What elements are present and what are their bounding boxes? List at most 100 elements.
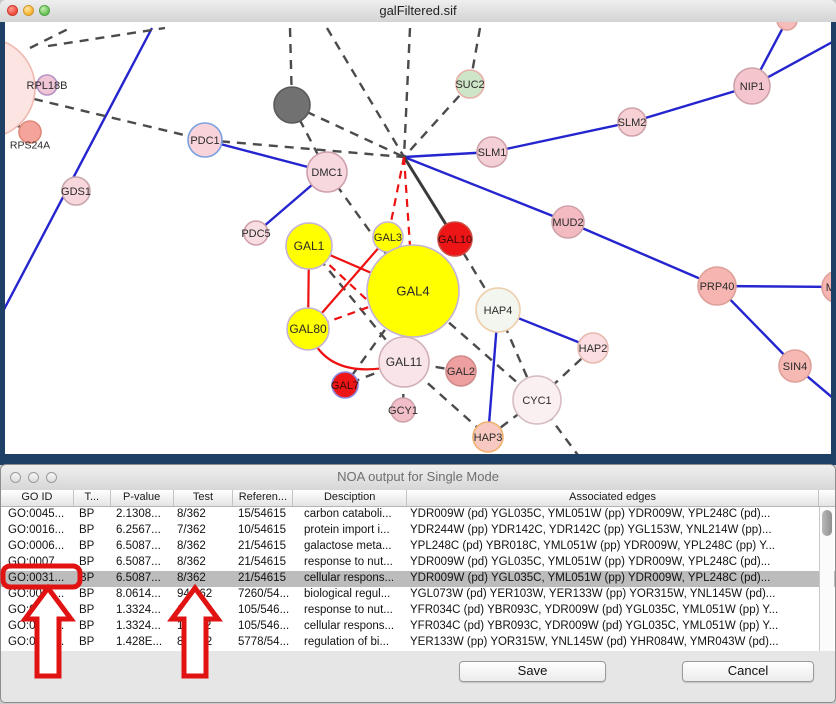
- cell-test[interactable]: 8/362: [174, 555, 234, 571]
- scrollbar-thumb[interactable]: [822, 510, 832, 536]
- cell-type[interactable]: BP: [74, 571, 111, 587]
- table-row-8[interactable]: GO:0031...BP1.3324...11/362105/546...cel…: [1, 619, 835, 635]
- network-canvas[interactable]: RPL18BRPS24AGDS1PDC1DMC1SUC2SLM1SLM2NIP1…: [0, 22, 836, 465]
- cell-reference[interactable]: 105/546...: [234, 603, 294, 619]
- cell-desciption[interactable]: protein import i...: [294, 523, 408, 539]
- cell-type[interactable]: BP: [74, 603, 111, 619]
- cell-reference[interactable]: 7260/54...: [234, 587, 294, 603]
- column-header-desciption[interactable]: Desciption: [293, 490, 407, 506]
- network-window: galFiltered.sif RPL18BRPS24AGDS1PDC1DMC1…: [0, 0, 836, 465]
- node-label-RPS24A: RPS24A: [10, 140, 50, 152]
- cell-type[interactable]: BP: [74, 587, 111, 603]
- cell-associated_edges[interactable]: YFR034C (pd) YBR093C, YDR009W (pd) YGL03…: [408, 619, 821, 635]
- cell-test[interactable]: 11/362: [174, 603, 234, 619]
- cell-desciption[interactable]: biological regul...: [294, 587, 408, 603]
- cell-desciption[interactable]: response to nut...: [294, 555, 408, 571]
- cell-go_id[interactable]: GO:0045...: [1, 507, 74, 523]
- column-header-test[interactable]: Test: [174, 490, 234, 506]
- cell-associated_edges[interactable]: YDR009W (pd) YGL035C, YML051W (pp) YDR00…: [408, 571, 821, 587]
- network-edge[interactable]: [404, 157, 568, 222]
- cell-p_value[interactable]: 1.3324...: [111, 619, 174, 635]
- cell-desciption[interactable]: response to nut...: [294, 603, 408, 619]
- network-edge[interactable]: [34, 99, 205, 140]
- cell-p_value[interactable]: 6.5087...: [111, 555, 174, 571]
- table-row-5[interactable]: GO:0031...BP6.5087...8/36221/54615cellul…: [1, 571, 835, 587]
- cell-reference[interactable]: 5778/54...: [234, 635, 294, 651]
- cell-reference[interactable]: 21/54615: [234, 539, 294, 555]
- cell-test[interactable]: 8/362: [174, 571, 234, 587]
- cell-go_id[interactable]: GO:0031...: [1, 571, 74, 587]
- cancel-button[interactable]: Cancel: [682, 661, 814, 682]
- cell-p_value[interactable]: 2.1308...: [111, 507, 174, 523]
- cell-type[interactable]: BP: [74, 619, 111, 635]
- cell-p_value[interactable]: 8.0614...: [111, 587, 174, 603]
- cell-desciption[interactable]: galactose meta...: [294, 539, 408, 555]
- network-edge[interactable]: [492, 122, 632, 152]
- cell-go_id[interactable]: GO:0050...: [1, 635, 74, 651]
- node-gray-node[interactable]: [274, 87, 310, 123]
- column-header-reference[interactable]: Referen...: [233, 490, 293, 506]
- cell-go_id[interactable]: GO:0031...: [1, 619, 74, 635]
- table-row-1[interactable]: GO:0045...BP2.1308...8/36215/54615carbon…: [1, 507, 835, 523]
- network-edge[interactable]: [327, 28, 404, 157]
- table-row-6[interactable]: GO:0065...BP8.0614...94/3627260/54...bio…: [1, 587, 835, 603]
- cell-test[interactable]: 11/362: [174, 619, 234, 635]
- cell-reference[interactable]: 10/54615: [234, 523, 294, 539]
- cell-associated_edges[interactable]: YER133W (pp) YOR315W, YNL145W (pd) YHR08…: [408, 635, 821, 651]
- cell-test[interactable]: 80/362: [174, 635, 234, 651]
- table-row-4[interactable]: GO:0007...BP6.5087...8/36221/54615respon…: [1, 555, 835, 571]
- cell-associated_edges[interactable]: YGL073W (pd) YER103W, YER133W (pp) YOR31…: [408, 587, 821, 603]
- cell-test[interactable]: 7/362: [174, 523, 234, 539]
- network-edge[interactable]: [568, 222, 717, 286]
- cell-p_value[interactable]: 1.428E...: [111, 635, 174, 651]
- cell-desciption[interactable]: cellular respons...: [294, 571, 408, 587]
- network-edge[interactable]: [404, 28, 410, 157]
- node-top-right[interactable]: [777, 22, 797, 30]
- cell-desciption[interactable]: cellular respons...: [294, 619, 408, 635]
- cell-associated_edges[interactable]: YDR244W (pp) YDR142C, YDR142C (pp) YGL15…: [408, 523, 821, 539]
- cell-test[interactable]: 8/362: [174, 507, 234, 523]
- cell-p_value[interactable]: 6.5087...: [111, 539, 174, 555]
- cell-reference[interactable]: 21/54615: [234, 555, 294, 571]
- cell-test[interactable]: 8/362: [174, 539, 234, 555]
- network-graph[interactable]: RPL18BRPS24AGDS1PDC1DMC1SUC2SLM1SLM2NIP1…: [0, 22, 836, 465]
- table-row-7[interactable]: GO:0031...BP1.3324...11/362105/546...res…: [1, 603, 835, 619]
- cell-desciption[interactable]: carbon cataboli...: [294, 507, 408, 523]
- noa-titlebar[interactable]: NOA output for Single Mode: [1, 465, 835, 491]
- cell-go_id[interactable]: GO:0031...: [1, 603, 74, 619]
- cell-go_id[interactable]: GO:0007...: [1, 555, 74, 571]
- table-row-9[interactable]: GO:0050...BP1.428E...80/3625778/54...reg…: [1, 635, 835, 651]
- cell-type[interactable]: BP: [74, 507, 111, 523]
- node-label-PDC1: PDC1: [190, 135, 219, 147]
- cell-associated_edges[interactable]: YDR009W (pd) YGL035C, YML051W (pp) YDR00…: [408, 507, 821, 523]
- cell-reference[interactable]: 15/54615: [234, 507, 294, 523]
- cell-type[interactable]: BP: [74, 523, 111, 539]
- cell-p_value[interactable]: 6.5087...: [111, 571, 174, 587]
- cell-associated_edges[interactable]: YPL248C (pd) YBR018C, YML051W (pp) YDR00…: [408, 539, 821, 555]
- cell-go_id[interactable]: GO:0006...: [1, 539, 74, 555]
- cell-type[interactable]: BP: [74, 555, 111, 571]
- cell-reference[interactable]: 21/54615: [234, 571, 294, 587]
- node-label-SUC2: SUC2: [455, 79, 484, 91]
- save-button[interactable]: Save: [459, 661, 606, 682]
- cell-go_id[interactable]: GO:0065...: [1, 587, 74, 603]
- cell-reference[interactable]: 105/546...: [234, 619, 294, 635]
- cell-type[interactable]: BP: [74, 539, 111, 555]
- cell-type[interactable]: BP: [74, 635, 111, 651]
- column-header-p_value[interactable]: P-value: [111, 490, 174, 506]
- column-header-go_id[interactable]: GO ID: [1, 490, 74, 506]
- column-header-type[interactable]: T...: [74, 490, 111, 506]
- network-titlebar[interactable]: galFiltered.sif: [0, 0, 836, 23]
- cell-p_value[interactable]: 6.2567...: [111, 523, 174, 539]
- table-header[interactable]: GO IDT...P-valueTestReferen...Desciption…: [1, 490, 835, 507]
- cell-p_value[interactable]: 1.3324...: [111, 603, 174, 619]
- column-header-associated_edges[interactable]: Associated edges: [407, 490, 819, 506]
- cell-desciption[interactable]: regulation of bi...: [294, 635, 408, 651]
- table-row-2[interactable]: GO:0016...BP6.2567...7/36210/54615protei…: [1, 523, 835, 539]
- cell-test[interactable]: 94/362: [174, 587, 234, 603]
- cell-associated_edges[interactable]: YFR034C (pd) YBR093C, YDR009W (pd) YGL03…: [408, 603, 821, 619]
- cell-go_id[interactable]: GO:0016...: [1, 523, 74, 539]
- vertical-scrollbar[interactable]: [819, 507, 834, 651]
- table-row-3[interactable]: GO:0006...BP6.5087...8/36221/54615galact…: [1, 539, 835, 555]
- cell-associated_edges[interactable]: YDR009W (pd) YGL035C, YML051W (pp) YDR00…: [408, 555, 821, 571]
